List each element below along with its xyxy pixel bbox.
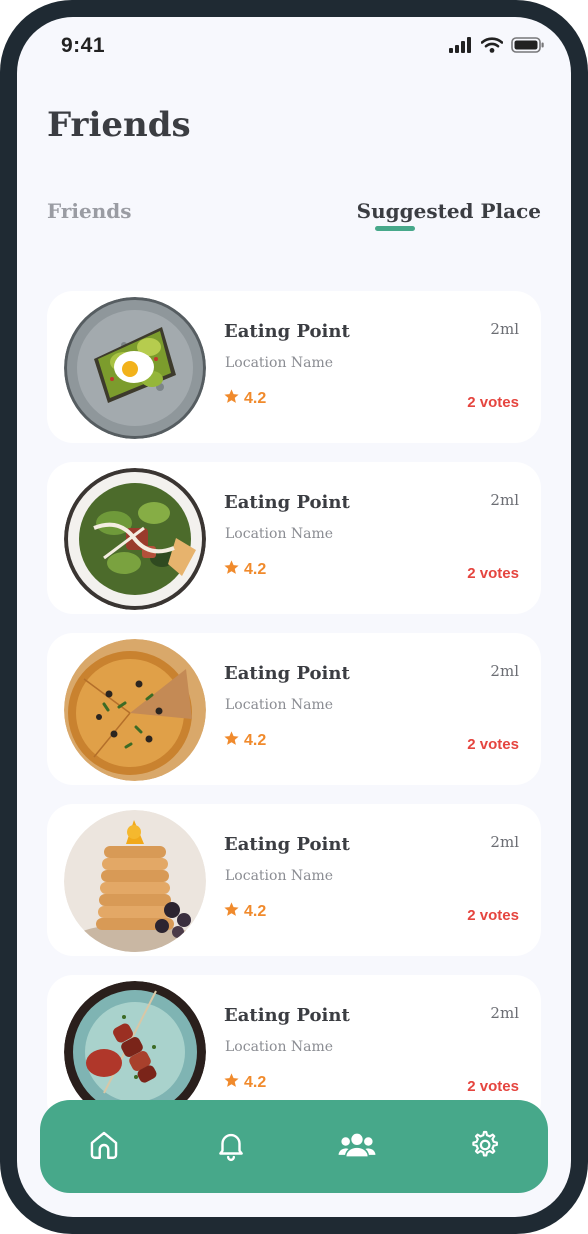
place-rating: 4.2 xyxy=(223,388,266,410)
place-card[interactable]: Eating Point Location Name 4.2 2ml 2 vot… xyxy=(47,291,541,443)
nav-home-button[interactable] xyxy=(83,1126,125,1168)
battery-icon xyxy=(511,37,545,57)
star-icon xyxy=(223,901,240,923)
place-votes: 2 votes xyxy=(467,394,519,411)
bell-icon xyxy=(214,1128,248,1166)
tab-suggested-place[interactable]: Suggested Place xyxy=(357,199,541,223)
place-location: Location Name xyxy=(225,697,334,713)
home-icon xyxy=(87,1128,121,1166)
place-card[interactable]: Eating Point Location Name 4.2 2ml 2 vot… xyxy=(47,462,541,614)
star-icon xyxy=(223,1072,240,1094)
page-title: Friends xyxy=(47,105,191,145)
device-frame: 9:41 Friends Friends Suggested Place Eat… xyxy=(0,0,588,1234)
place-name: Eating Point xyxy=(224,492,350,513)
bottom-nav xyxy=(40,1100,548,1193)
signal-icon xyxy=(449,37,473,57)
place-name: Eating Point xyxy=(224,1005,350,1026)
users-icon xyxy=(337,1128,377,1166)
gear-icon xyxy=(467,1128,501,1166)
wifi-icon xyxy=(480,37,504,57)
place-card[interactable]: Eating Point Location Name 4.2 2ml 2 vot… xyxy=(47,804,541,956)
tab-friends[interactable]: Friends xyxy=(47,199,132,223)
place-name: Eating Point xyxy=(224,663,350,684)
star-icon xyxy=(223,730,240,752)
place-rating: 4.2 xyxy=(223,1072,266,1094)
place-location: Location Name xyxy=(225,526,334,542)
rating-value: 4.2 xyxy=(244,390,267,407)
rating-value: 4.2 xyxy=(244,732,267,749)
place-distance: 2ml xyxy=(490,833,519,851)
place-votes: 2 votes xyxy=(467,907,519,924)
place-distance: 2ml xyxy=(490,320,519,338)
nav-friends-button[interactable] xyxy=(336,1126,378,1168)
place-distance: 2ml xyxy=(490,491,519,509)
status-icons xyxy=(449,37,545,57)
place-rating: 4.2 xyxy=(223,901,266,923)
place-votes: 2 votes xyxy=(467,736,519,753)
place-card[interactable]: Eating Point Location Name 4.2 2ml 2 vot… xyxy=(47,633,541,785)
food-image-avocado-toast xyxy=(64,297,206,439)
place-distance: 2ml xyxy=(490,1004,519,1022)
star-icon xyxy=(223,559,240,581)
food-image-pancakes xyxy=(64,810,206,952)
screen: 9:41 Friends Friends Suggested Place Eat… xyxy=(17,17,571,1217)
place-distance: 2ml xyxy=(490,662,519,680)
active-tab-indicator xyxy=(375,226,415,231)
food-image-pizza xyxy=(64,639,206,781)
star-icon xyxy=(223,388,240,410)
rating-value: 4.2 xyxy=(244,1074,267,1091)
nav-settings-button[interactable] xyxy=(463,1126,505,1168)
place-location: Location Name xyxy=(225,1039,334,1055)
food-image-salad xyxy=(64,468,206,610)
place-name: Eating Point xyxy=(224,321,350,342)
place-name: Eating Point xyxy=(224,834,350,855)
place-votes: 2 votes xyxy=(467,1078,519,1095)
place-location: Location Name xyxy=(225,355,334,371)
place-votes: 2 votes xyxy=(467,565,519,582)
place-location: Location Name xyxy=(225,868,334,884)
rating-value: 4.2 xyxy=(244,903,267,920)
nav-notifications-button[interactable] xyxy=(210,1126,252,1168)
place-rating: 4.2 xyxy=(223,559,266,581)
status-time: 9:41 xyxy=(61,34,106,57)
rating-value: 4.2 xyxy=(244,561,267,578)
place-rating: 4.2 xyxy=(223,730,266,752)
